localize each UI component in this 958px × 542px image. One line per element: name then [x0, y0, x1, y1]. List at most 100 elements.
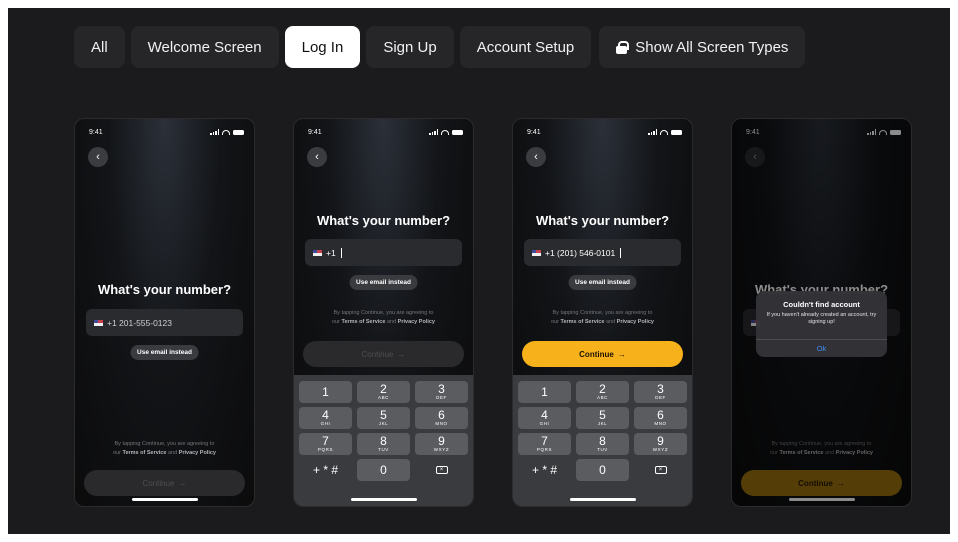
key-digit: 9 — [657, 434, 664, 449]
key-letters: ABC — [596, 395, 609, 401]
privacy-policy-link[interactable]: Privacy Policy — [617, 319, 654, 325]
keypad-key-1[interactable]: 1 — [299, 381, 352, 403]
privacy-policy-link[interactable]: Privacy Policy — [179, 450, 216, 456]
key-letters: JKL — [597, 421, 608, 427]
tab-account-setup[interactable]: Account Setup — [459, 26, 592, 68]
phone-screen-3[interactable]: 9:41 ‹ What's your number? +1 (201) 546-… — [512, 118, 693, 507]
key-letters: JKL — [378, 421, 389, 427]
key-digit: 1 — [322, 385, 329, 399]
continue-button[interactable]: Continue → — [84, 470, 245, 496]
battery-icon — [452, 129, 463, 135]
keypad-key-4[interactable]: 4 GHI — [518, 407, 571, 429]
keypad-key-6[interactable]: 6 MNO — [634, 407, 687, 429]
tab-log-in[interactable]: Log In — [284, 26, 361, 68]
terms-prefix: our — [551, 319, 559, 325]
key-letters: TUV — [378, 447, 389, 453]
phone-number-field[interactable]: +1 201-555-0123 — [86, 309, 243, 336]
key-letters: MNO — [435, 421, 448, 427]
terms-line-1: By tapping Continue, you are agreeing to — [333, 310, 434, 316]
alert-ok-button[interactable]: Ok — [756, 339, 887, 357]
tab-all[interactable]: All — [74, 26, 125, 68]
key-digit: + * # — [531, 463, 558, 477]
key-digit: 3 — [438, 382, 445, 397]
phone-number-value: +1 201-555-0123 — [107, 317, 172, 328]
terms-of-service-link[interactable]: Terms of Service — [123, 450, 167, 456]
key-letters: MNO — [654, 421, 667, 427]
backspace-icon: × — [654, 466, 667, 474]
keypad-key-3[interactable]: 3 DEF — [634, 381, 687, 403]
show-all-screen-types-button[interactable]: Show All Screen Types — [599, 26, 806, 68]
status-bar: 9:41 — [89, 126, 244, 138]
chevron-left-icon: ‹ — [315, 151, 319, 163]
key-digit: 7 — [322, 434, 329, 449]
terms-of-service-link[interactable]: Terms of Service — [342, 319, 386, 325]
phone-screen-4[interactable]: 9:41 ‹ What's your number? By tapping Co… — [731, 118, 912, 507]
back-button[interactable]: ‹ — [88, 147, 108, 167]
battery-icon — [233, 129, 244, 135]
keypad-key-0[interactable]: 0 — [576, 459, 629, 481]
arrow-right-icon: → — [397, 349, 406, 359]
key-letters: DEF — [655, 395, 666, 401]
keypad-key-2[interactable]: 2 ABC — [357, 381, 410, 403]
use-email-button[interactable]: Use email instead — [568, 275, 637, 290]
keypad-key-6[interactable]: 6 MNO — [415, 407, 468, 429]
phone-number-field[interactable]: +1 — [305, 239, 462, 266]
terms-and: and — [386, 319, 397, 325]
wifi-icon — [222, 129, 230, 135]
keypad-key-5[interactable]: 5 JKL — [357, 407, 410, 429]
back-button[interactable]: ‹ — [307, 147, 327, 167]
use-email-button[interactable]: Use email instead — [130, 345, 199, 360]
key-digit: 5 — [599, 408, 606, 423]
alert-message: If you haven't already created an accoun… — [766, 312, 877, 325]
key-letters: TUV — [597, 447, 608, 453]
home-indicator — [131, 498, 198, 501]
keypad-key-9[interactable]: 9 WXYZ — [634, 433, 687, 455]
use-email-button[interactable]: Use email instead — [349, 275, 418, 290]
key-digit: 8 — [380, 434, 387, 449]
keypad-key-8[interactable]: 8 TUV — [357, 433, 410, 455]
screen-title: What's your number? — [316, 213, 451, 228]
phone-number-value: +1 (201) 546-0101 — [545, 247, 616, 258]
backspace-icon: × — [435, 466, 448, 474]
keypad-key-7[interactable]: 7 PQRS — [299, 433, 352, 455]
keypad-key-9[interactable]: 9 WXYZ — [415, 433, 468, 455]
key-letters: GHI — [539, 421, 550, 427]
keypad-key-1[interactable]: 1 — [518, 381, 571, 403]
status-bar: 9:41 — [527, 126, 682, 138]
keypad-key-5[interactable]: 5 JKL — [576, 407, 629, 429]
phone-screen-2[interactable]: 9:41 ‹ What's your number? +1 Use email … — [293, 118, 474, 507]
key-digit: 6 — [438, 408, 445, 423]
key-letters: WXYZ — [652, 447, 669, 453]
continue-label: Continue — [361, 349, 394, 359]
phone-screen-1[interactable]: 9:41 ‹ What's your number? +1 201-555-01… — [74, 118, 255, 507]
keypad-key-2[interactable]: 2 ABC — [576, 381, 629, 403]
phone-number-field[interactable]: +1 (201) 546-0101 — [524, 239, 681, 266]
show-all-label: Show All Screen Types — [635, 38, 789, 56]
account-not-found-alert: Couldn't find account If you haven't alr… — [756, 291, 887, 357]
key-digit: 0 — [599, 463, 606, 477]
tab-welcome-screen[interactable]: Welcome Screen — [130, 26, 279, 68]
keypad-symbols-key[interactable]: + * # — [518, 459, 571, 481]
keypad-key-3[interactable]: 3 DEF — [415, 381, 468, 403]
continue-button[interactable]: Continue → — [303, 341, 464, 367]
key-digit: 4 — [322, 408, 329, 423]
privacy-policy-link[interactable]: Privacy Policy — [398, 319, 435, 325]
keypad-key-4[interactable]: 4 GHI — [299, 407, 352, 429]
keypad-key-8[interactable]: 8 TUV — [576, 433, 629, 455]
keypad-delete-key[interactable]: × — [415, 459, 468, 481]
key-digit: 9 — [438, 434, 445, 449]
home-indicator — [569, 498, 636, 501]
back-button[interactable]: ‹ — [526, 147, 546, 167]
terms-text: By tapping Continue, you are agreeing to… — [75, 440, 254, 458]
keypad-key-7[interactable]: 7 PQRS — [518, 433, 571, 455]
continue-button[interactable]: Continue → — [522, 341, 683, 367]
terms-line-1: By tapping Continue, you are agreeing to — [552, 310, 653, 316]
terms-prefix: our — [332, 319, 340, 325]
keypad-delete-key[interactable]: × — [634, 459, 687, 481]
keypad-symbols-key[interactable]: + * # — [299, 459, 352, 481]
screen-title: What's your number? — [97, 282, 232, 297]
tab-sign-up[interactable]: Sign Up — [366, 26, 454, 68]
key-letters: GHI — [320, 421, 331, 427]
keypad-key-0[interactable]: 0 — [357, 459, 410, 481]
terms-of-service-link[interactable]: Terms of Service — [561, 319, 605, 325]
